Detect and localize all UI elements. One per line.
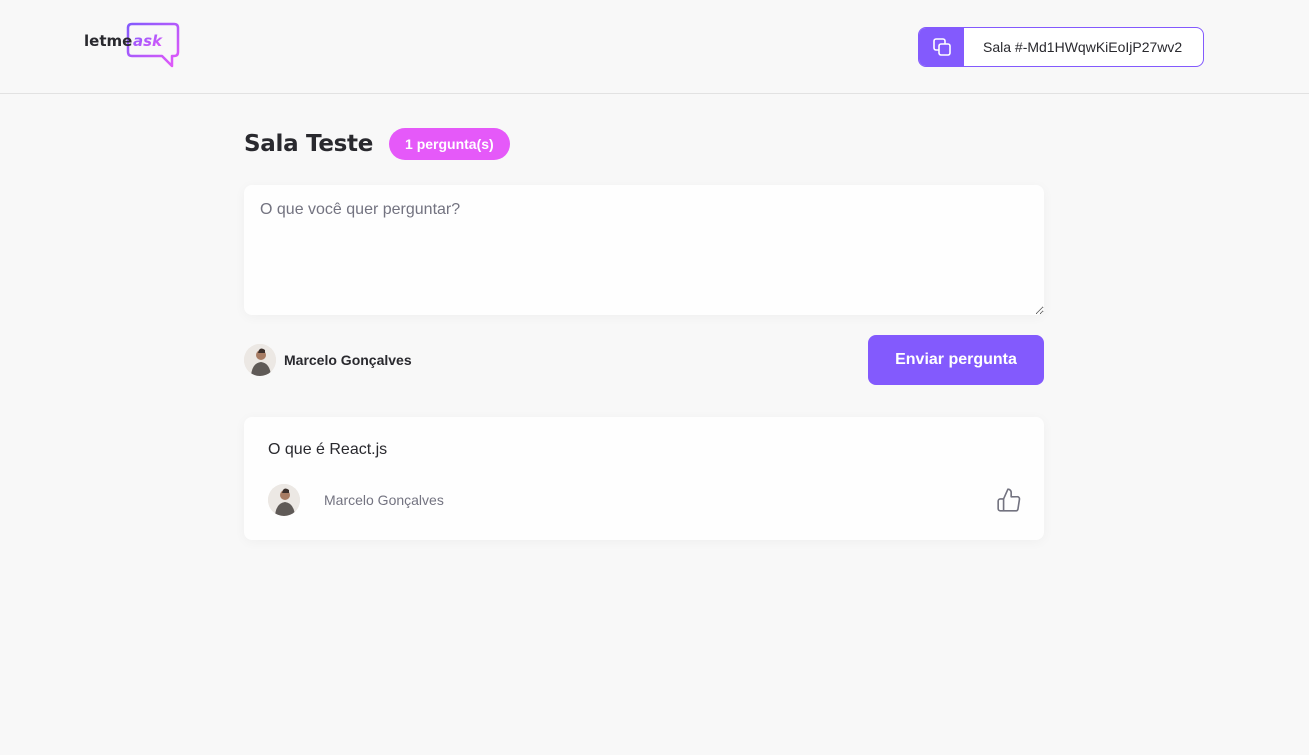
question-author-name: Marcelo Gonçalves xyxy=(324,492,444,508)
page-header: letme ask Sala #-Md1HWqwKiEoIjP27wv2 xyxy=(0,0,1309,94)
question-avatar-image xyxy=(268,484,300,516)
like-button[interactable] xyxy=(996,487,1022,513)
room-code-copy-button[interactable]: Sala #-Md1HWqwKiEoIjP27wv2 xyxy=(918,27,1204,67)
copy-icon xyxy=(932,38,951,56)
user-avatar xyxy=(244,344,276,376)
copy-icon-container xyxy=(919,28,964,66)
letmeask-logo[interactable]: letme ask xyxy=(82,22,182,70)
avatar-image xyxy=(244,344,276,376)
question-author-avatar xyxy=(268,484,300,516)
logo-text-ask: ask xyxy=(133,32,163,50)
question-textarea[interactable] xyxy=(244,185,1044,315)
current-user-info: Marcelo Gonçalves xyxy=(244,344,412,376)
logo-text-letme: letme xyxy=(84,32,132,50)
current-user-name: Marcelo Gonçalves xyxy=(284,352,412,368)
question-content: O que é React.js xyxy=(268,441,388,458)
room-code-label: Sala #-Md1HWqwKiEoIjP27wv2 xyxy=(983,39,1183,55)
room-title: Sala Teste xyxy=(244,131,374,157)
question-card: O que é React.js Marcelo Gonçalves xyxy=(244,417,1044,540)
question-author: Marcelo Gonçalves xyxy=(268,484,444,516)
room-title-row: Sala Teste 1 pergunta(s) xyxy=(244,128,510,160)
thumbs-up-icon xyxy=(997,488,1021,512)
send-question-button[interactable]: Enviar pergunta xyxy=(868,335,1044,385)
question-count-badge: 1 pergunta(s) xyxy=(389,128,510,160)
